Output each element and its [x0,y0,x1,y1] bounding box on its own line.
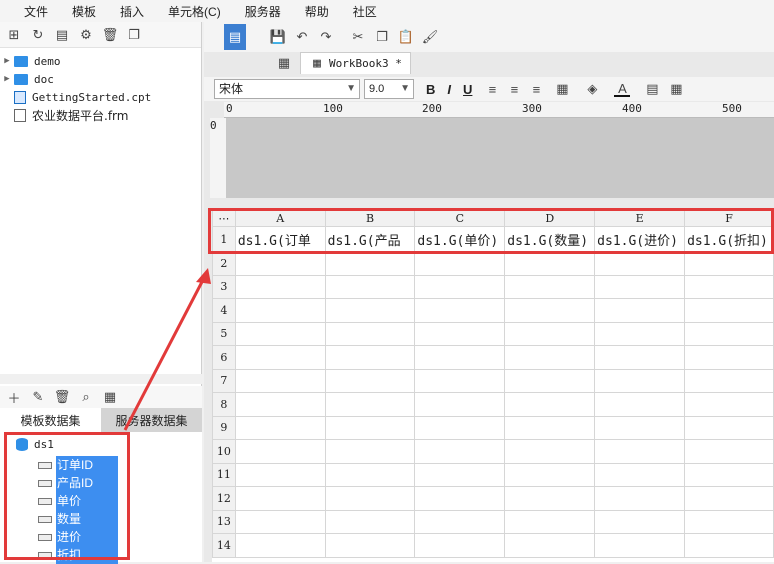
annotation-arrow [123,268,211,431]
